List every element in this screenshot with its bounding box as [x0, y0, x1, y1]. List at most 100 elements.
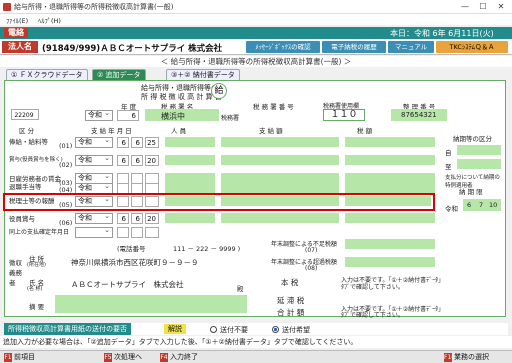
choshu-label: 徴収義務者: [9, 259, 22, 287]
row-jinin-01[interactable]: [165, 137, 215, 147]
tab-fx-cloud[interactable]: ① ＦＸクラウドデータ: [6, 69, 88, 80]
header-band: 電絡 本日：令和 6年 6月11日(火): [0, 27, 512, 39]
row-label-04: 退職手当等: [9, 183, 42, 191]
nofu-from-field[interactable]: [457, 145, 501, 155]
col-jinin: 人 員: [171, 127, 187, 135]
hint-honzei-2: ﾀﾌﾞで確認して下さい。: [341, 284, 404, 291]
row-d-05[interactable]: [145, 196, 159, 207]
entai-label: 延 滞 税: [277, 296, 305, 305]
row-zeigaku-01[interactable]: [345, 137, 435, 147]
f1-button[interactable]: F1 前項目: [4, 352, 35, 363]
jusho-sub: (所在地): [27, 262, 46, 268]
shipping-option-label: 所得税徴収高計算書用紙の送付の要否: [4, 323, 131, 335]
menu-bar: ﾌｧｲﾙ(E) ﾍﾙﾌﾟ(H): [0, 14, 512, 25]
row-d-06[interactable]: 20: [145, 213, 159, 224]
row-d-01[interactable]: 25: [145, 137, 159, 148]
row-jinin-02[interactable]: [165, 155, 215, 165]
col-shikyu: 支 給 年 月 日: [91, 127, 132, 135]
chosei-kanpu-label: 年末調整による超過税額: [271, 259, 337, 266]
nofu-kubun-to: 至: [445, 163, 452, 171]
row-y-01[interactable]: 6: [117, 137, 129, 148]
code-field: 22209: [11, 109, 39, 120]
qa-button[interactable]: TKCｼｽﾃﾑＱ＆Ａ: [436, 41, 508, 53]
den-suffix: 殿: [237, 285, 244, 293]
chosei-kanpu-field[interactable]: [345, 257, 435, 267]
year-era-select[interactable]: 令和: [85, 109, 113, 121]
row-m-01[interactable]: 6: [131, 137, 143, 148]
seiri-no: 87654321: [401, 111, 437, 119]
f10-button[interactable]: F10業務の選択: [444, 352, 489, 363]
row-zeigaku-02[interactable]: [345, 155, 435, 165]
chosei-fusoku-field[interactable]: [345, 239, 435, 249]
row-era-05[interactable]: 令和: [75, 195, 113, 207]
row-zeigaku-04[interactable]: [345, 183, 435, 193]
row-shikyugaku-05[interactable]: [221, 196, 339, 206]
close-button[interactable]: ✕: [492, 1, 510, 13]
tekiyo-field[interactable]: [55, 295, 247, 313]
row-zeigaku-05[interactable]: [345, 196, 431, 206]
tekiyo-label: 摘 要: [29, 303, 45, 311]
corp-label: 法人名: [2, 41, 38, 53]
kaisetsu-button[interactable]: 解説: [164, 324, 186, 334]
f4-button[interactable]: F4 入力終了: [160, 352, 198, 363]
row-m-05[interactable]: [131, 196, 143, 207]
radio-send-label: 送付希望: [282, 326, 310, 334]
manual-button[interactable]: マニュアル: [388, 41, 434, 53]
col-kubun: 区 分: [19, 127, 35, 135]
row-era-07[interactable]: [75, 226, 113, 238]
tab-additional[interactable]: ② 追加データ: [92, 69, 146, 80]
row-shikyugaku-04[interactable]: [221, 183, 339, 193]
row-y-07[interactable]: [117, 227, 129, 238]
zeimusho-suffix: 税務署: [221, 115, 240, 122]
zeimusho-no-label: 税 務 署 番 号: [253, 103, 294, 111]
radio-no-send[interactable]: [210, 326, 217, 333]
row-code-05: (05): [59, 201, 73, 209]
denraku-badge: 電絡: [4, 28, 28, 38]
menu-help[interactable]: ﾍﾙﾌﾟ(H): [38, 15, 61, 25]
row-d-02[interactable]: 20: [145, 155, 159, 166]
e-tax-history-button[interactable]: 電子納税の履歴: [322, 41, 386, 53]
row-shikyugaku-03[interactable]: [221, 173, 339, 183]
row-era-02[interactable]: 令和: [75, 154, 113, 166]
maximize-button[interactable]: ☐: [474, 1, 492, 13]
row-y-02[interactable]: 6: [117, 155, 129, 166]
f5-label: 次処理へ: [114, 353, 142, 361]
menu-file[interactable]: ﾌｧｲﾙ(E): [6, 15, 28, 25]
chosei-fusoku-code: (07): [305, 247, 318, 254]
row-m-07[interactable]: [131, 227, 143, 238]
f10-label: 業務の選択: [454, 353, 489, 361]
row-jinin-04[interactable]: [165, 183, 215, 193]
honzei-label: 本 税: [281, 278, 299, 287]
shimei-value: ＡＢＣオートサプライ 株式会社: [71, 280, 184, 289]
function-key-bar: F1 前項目 F5 次処理へ F4 入力終了 F10業務の選択: [0, 350, 512, 363]
radio-send[interactable]: [272, 326, 279, 333]
row-m-02[interactable]: 6: [131, 155, 143, 166]
row-jinin-06[interactable]: [165, 213, 215, 223]
f5-button[interactable]: F5 次処理へ: [104, 352, 142, 363]
tab-payment-slip[interactable]: ③＋② 納付書データ: [166, 69, 240, 80]
year-field[interactable]: 6: [117, 110, 139, 121]
row-era-01[interactable]: 令和: [75, 136, 113, 148]
row-code-06: (06): [59, 219, 73, 227]
row-label-05: 税理士等の報酬: [9, 197, 55, 205]
row-zeigaku-03[interactable]: [345, 173, 435, 183]
goukei-label: 合 計 額: [277, 308, 305, 317]
row-code-01: (01): [59, 142, 73, 150]
row-d-07[interactable]: [145, 227, 159, 238]
row-era-06[interactable]: 令和: [75, 212, 113, 224]
row-y-05[interactable]: [117, 196, 129, 207]
row-shikyugaku-02[interactable]: [221, 155, 339, 165]
row-zeigaku-06[interactable]: [345, 213, 435, 223]
row-m-06[interactable]: 6: [131, 213, 143, 224]
nofu-to-field[interactable]: [457, 159, 501, 169]
row-shikyugaku-06[interactable]: [221, 213, 339, 223]
row-y-06[interactable]: 6: [117, 213, 129, 224]
nofu-gen-d: 10: [489, 201, 498, 209]
zeimusho-no: １１０: [323, 109, 365, 121]
row-jinin-05[interactable]: [165, 196, 215, 206]
row-shikyugaku-01[interactable]: [221, 137, 339, 147]
message-box-button[interactable]: ﾒｯｾｰｼﾞﾎﾞｯｸｽの確認: [246, 41, 320, 53]
row-jinin-03[interactable]: [165, 173, 215, 183]
row-code-02: (02): [59, 161, 73, 169]
minimize-button[interactable]: —: [456, 1, 474, 13]
